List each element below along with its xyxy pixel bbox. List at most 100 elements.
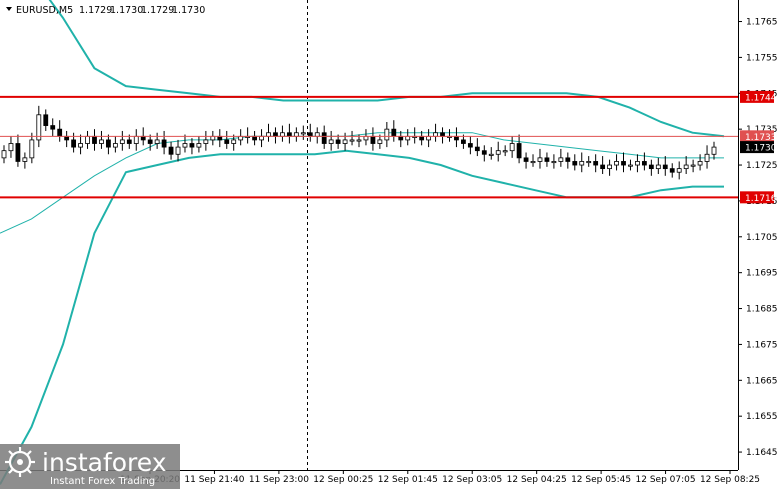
candle-body	[182, 143, 188, 148]
candle-body	[300, 132, 306, 135]
candle-body	[523, 157, 529, 162]
candle-body	[321, 132, 327, 144]
candle-body	[29, 139, 35, 159]
candle-body	[210, 135, 216, 141]
candle-body	[398, 135, 404, 141]
candle-body	[154, 139, 160, 144]
candle-body	[495, 150, 501, 155]
candle-body	[147, 139, 153, 144]
price-tick-label: 1.1655	[746, 412, 778, 422]
candle-body	[690, 164, 696, 167]
candle-body	[572, 161, 578, 166]
candle-body	[273, 132, 278, 137]
candle-body	[286, 132, 292, 137]
candle-body	[440, 132, 445, 137]
watermark: instaforex Instant Forex Trading	[0, 444, 180, 489]
candle-body	[71, 139, 77, 148]
candle-body	[426, 135, 432, 141]
candle-body	[454, 135, 459, 141]
candle-body	[238, 135, 244, 141]
candle-body	[635, 161, 640, 166]
candle-body	[280, 132, 285, 137]
candle-body	[461, 139, 466, 144]
candle-body	[593, 161, 599, 166]
price-tick-label: 1.1765	[746, 18, 778, 28]
candle-body	[349, 139, 355, 142]
candle-body	[391, 128, 397, 137]
chart-background	[0, 0, 781, 489]
watermark-brand: instaforex	[42, 448, 167, 477]
candle-body	[92, 135, 97, 144]
candle-body	[481, 150, 487, 155]
candle-body	[175, 146, 181, 155]
candle-body	[15, 143, 21, 162]
candle-body	[488, 153, 494, 156]
candle-body	[1, 150, 7, 159]
candle-body	[22, 157, 28, 162]
candle-body	[370, 135, 376, 144]
candle-body	[328, 139, 334, 144]
candle-body	[231, 139, 237, 144]
level-price-tag: 1.1744	[745, 93, 777, 103]
candle-body	[50, 125, 56, 130]
candle-body	[196, 143, 202, 148]
time-tick-label: 11 Sep 23:00	[249, 475, 309, 485]
candle-body	[252, 135, 257, 141]
candle-body	[8, 143, 14, 152]
candle-body	[648, 164, 654, 170]
price-tick-label: 1.1755	[746, 53, 778, 63]
candle-body	[530, 161, 536, 164]
candle-body	[314, 132, 320, 137]
ohlc-low: 1.1729	[141, 5, 174, 16]
time-tick-label: 12 Sep 01:45	[378, 475, 438, 485]
candle-body	[579, 161, 585, 166]
candle-body	[537, 157, 543, 162]
candle-body	[217, 135, 223, 141]
candle-body	[85, 135, 90, 144]
price-tick-label: 1.1705	[746, 233, 778, 243]
candle-body	[544, 157, 550, 162]
candle-body	[558, 157, 564, 162]
price-tick-label: 1.1645	[746, 448, 778, 458]
chart-header: EURUSD,M5 1.1729 1.1730 1.1729 1.1730	[6, 5, 205, 16]
candle-body	[502, 150, 508, 153]
price-tick-label: 1.1675	[746, 340, 778, 350]
candle-body	[641, 161, 647, 166]
candle-body	[106, 139, 111, 148]
candle-body	[377, 139, 383, 144]
candle-body	[662, 164, 668, 170]
candle-body	[614, 161, 619, 166]
time-tick-label: 11 Sep 21:40	[184, 475, 244, 485]
price-chart[interactable]: 1.17651.17551.17451.17351.17251.17151.17…	[0, 0, 781, 489]
instaforex-logo-icon	[5, 447, 35, 477]
candle-body	[78, 143, 83, 148]
candle-body	[586, 161, 592, 164]
candle-body	[384, 128, 390, 141]
candle-body	[669, 168, 675, 173]
time-tick-label: 12 Sep 05:45	[571, 475, 631, 485]
candle-body	[342, 139, 348, 144]
time-tick-label: 12 Sep 07:05	[636, 475, 696, 485]
candle-body	[474, 146, 480, 152]
candle-body	[363, 135, 369, 141]
price-tick-label: 1.1665	[746, 376, 778, 386]
candle-body	[126, 139, 132, 144]
candle-body	[99, 139, 104, 144]
candle-body	[467, 143, 473, 148]
time-tick-label: 12 Sep 00:25	[313, 475, 373, 485]
ohlc-close: 1.1730	[172, 5, 205, 16]
price-tick-label: 1.1695	[746, 269, 778, 279]
candle-body	[509, 143, 515, 152]
candle-body	[600, 164, 606, 170]
candle-body	[64, 135, 70, 141]
time-tick-label: 12 Sep 08:25	[700, 475, 760, 485]
candle-body	[655, 164, 661, 170]
candle-body	[266, 132, 271, 137]
candle-body	[189, 143, 195, 148]
candle-body	[259, 135, 264, 141]
candle-body	[676, 168, 682, 173]
candle-body	[704, 153, 710, 162]
candle-body	[683, 164, 689, 170]
ohlc-open: 1.1729	[79, 5, 112, 16]
candle-body	[112, 143, 118, 148]
